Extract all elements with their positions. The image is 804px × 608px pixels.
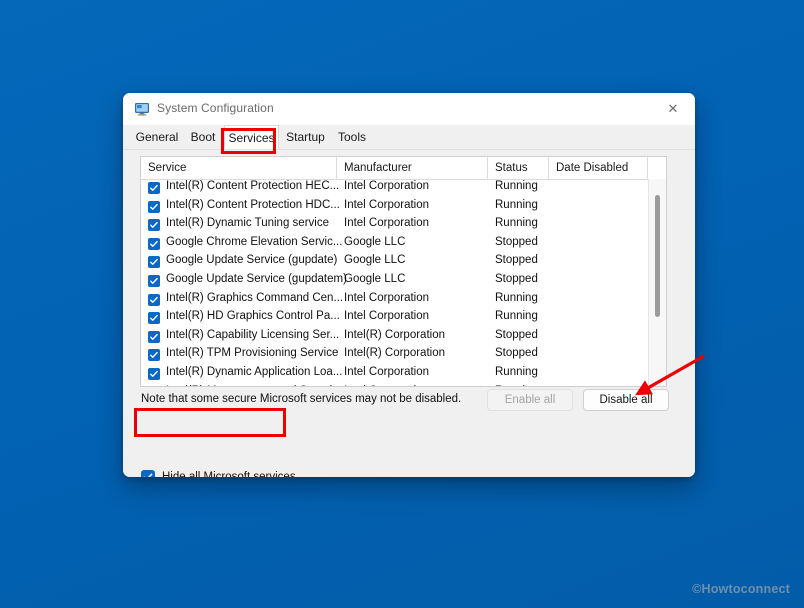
service-status: Stopped (495, 236, 538, 248)
service-enabled-checkbox[interactable] (148, 331, 160, 343)
tab-services-label: Services (228, 131, 274, 145)
service-manufacturer: Google LLC (344, 254, 405, 266)
system-configuration-icon (134, 101, 150, 117)
service-status: Running (495, 310, 538, 322)
service-name: Google Update Service (gupdatem) (166, 273, 347, 285)
column-header-status-label: Status (495, 162, 528, 174)
service-enabled-checkbox[interactable] (148, 368, 160, 380)
service-enabled-checkbox[interactable] (148, 349, 160, 361)
enable-all-button[interactable]: Enable all (487, 389, 573, 411)
table-row[interactable]: Intel(R) HD Graphics Control Pa... Intel … (141, 309, 648, 328)
tab-boot-label: Boot (191, 130, 216, 144)
table-row[interactable]: Google Update Service (gupdate) Google LL… (141, 253, 648, 272)
service-status: Running (495, 199, 538, 211)
watermark: ©Howtoconnect (692, 582, 790, 596)
service-enabled-checkbox[interactable] (148, 219, 160, 231)
service-manufacturer: Intel Corporation (344, 385, 429, 387)
service-status: Running (495, 385, 538, 387)
column-header-manufacturer-label: Manufacturer (344, 162, 412, 174)
service-enabled-checkbox[interactable] (148, 256, 160, 268)
scrollbar-thumb[interactable] (655, 195, 660, 317)
service-enabled-checkbox[interactable] (148, 275, 160, 287)
column-header-date-disabled-label: Date Disabled (556, 162, 628, 174)
tab-boot[interactable]: Boot (184, 125, 222, 149)
service-name: Intel(R) HD Graphics Control Pa... (166, 310, 340, 322)
service-enabled-checkbox[interactable] (148, 238, 160, 250)
services-rows: Intel(R) Content Protection HEC... Intel … (141, 179, 648, 387)
service-name: Intel(R) Management and Securi... (166, 385, 342, 387)
window-title: System Configuration (157, 101, 274, 115)
column-header-status[interactable]: Status (488, 157, 549, 179)
table-row[interactable]: Google Chrome Elevation Servic...Google … (141, 235, 648, 254)
table-row[interactable]: Intel(R) Content Protection HEC... Intel … (141, 179, 648, 198)
tab-tools-label: Tools (338, 130, 366, 144)
secure-services-note: Note that some secure Microsoft services… (141, 393, 461, 405)
service-status: Stopped (495, 329, 538, 341)
tab-general-label: General (136, 130, 179, 144)
vertical-scrollbar[interactable] (648, 179, 666, 387)
close-icon[interactable]: ✕ (651, 93, 695, 124)
services-list[interactable]: Service Manufacturer Status Date Disable… (140, 156, 667, 387)
column-header-service[interactable]: Service (141, 157, 337, 179)
service-manufacturer: Google LLC (344, 273, 405, 285)
disable-all-label: Disable all (599, 394, 652, 406)
service-enabled-checkbox[interactable] (148, 294, 160, 306)
service-status: Running (495, 292, 538, 304)
service-status: Stopped (495, 254, 538, 266)
service-name: Intel(R) Graphics Command Cen... (166, 292, 343, 304)
service-name: Intel(R) Content Protection HEC... (166, 180, 339, 192)
table-row[interactable]: Intel(R) Capability Licensing Ser... Inte… (141, 328, 648, 347)
tab-startup-label: Startup (286, 130, 325, 144)
hide-microsoft-services-checkbox-box[interactable] (141, 470, 155, 477)
service-name: Google Chrome Elevation Servic... (166, 236, 342, 248)
service-manufacturer: Google LLC (344, 236, 405, 248)
column-header-service-label: Service (148, 162, 186, 174)
table-row[interactable]: Intel(R) Graphics Command Cen...Intel Co… (141, 291, 648, 310)
service-manufacturer: Intel Corporation (344, 180, 429, 192)
service-manufacturer: Intel Corporation (344, 199, 429, 211)
services-panel: Service Manufacturer Status Date Disable… (123, 149, 695, 477)
service-manufacturer: Intel Corporation (344, 217, 429, 229)
service-name: Intel(R) Dynamic Tuning service (166, 217, 329, 229)
column-header-manufacturer[interactable]: Manufacturer (337, 157, 488, 179)
service-manufacturer: Intel(R) Corporation (344, 347, 445, 359)
tab-services[interactable]: Services (224, 125, 279, 149)
service-enabled-checkbox[interactable] (148, 312, 160, 324)
service-enabled-checkbox[interactable] (148, 182, 160, 194)
service-manufacturer: Intel Corporation (344, 366, 429, 378)
service-enabled-checkbox[interactable] (148, 201, 160, 213)
service-name: Google Update Service (gupdate) (166, 254, 337, 266)
service-manufacturer: Intel Corporation (344, 310, 429, 322)
tab-tools[interactable]: Tools (332, 125, 372, 149)
service-status: Stopped (495, 347, 538, 359)
service-name: Intel(R) Content Protection HDC... (166, 199, 340, 211)
service-status: Running (495, 180, 538, 192)
close-glyph: ✕ (668, 102, 679, 115)
table-row[interactable]: Intel(R) Dynamic Application Loa...Intel… (141, 365, 648, 384)
table-row[interactable]: Intel(R) Content Protection HDC... Intel … (141, 198, 648, 217)
hide-microsoft-services-checkbox[interactable]: Hide all Microsoft services (141, 470, 296, 477)
service-status: Running (495, 366, 538, 378)
tab-startup[interactable]: Startup (281, 125, 330, 149)
service-status: Stopped (495, 273, 538, 285)
hide-microsoft-services-label: Hide all Microsoft services (162, 471, 296, 477)
list-header: Service Manufacturer Status Date Disable… (141, 157, 666, 180)
table-row[interactable]: Intel(R) TPM Provisioning Service Intel(R… (141, 346, 648, 365)
title-bar: System Configuration ✕ (123, 93, 695, 125)
service-name: Intel(R) TPM Provisioning Service (166, 347, 338, 359)
disable-all-button[interactable]: Disable all (583, 389, 669, 411)
tab-strip: General Boot Services Startup Tools (123, 125, 695, 149)
table-row[interactable]: Google Update Service (gupdatem)Google L… (141, 272, 648, 291)
table-row[interactable]: Intel(R) Management and Securi...Intel C… (141, 384, 648, 387)
tab-general[interactable]: General (132, 125, 182, 149)
table-row[interactable]: Intel(R) Dynamic Tuning service Intel Cor… (141, 216, 648, 235)
service-status: Running (495, 217, 538, 229)
service-manufacturer: Intel Corporation (344, 292, 429, 304)
column-header-date-disabled[interactable]: Date Disabled (549, 157, 648, 179)
service-manufacturer: Intel(R) Corporation (344, 329, 445, 341)
system-configuration-dialog: System Configuration ✕ General Boot Serv… (123, 93, 695, 477)
service-name: Intel(R) Capability Licensing Ser... (166, 329, 339, 341)
service-name: Intel(R) Dynamic Application Loa... (166, 366, 342, 378)
enable-all-label: Enable all (505, 394, 556, 406)
